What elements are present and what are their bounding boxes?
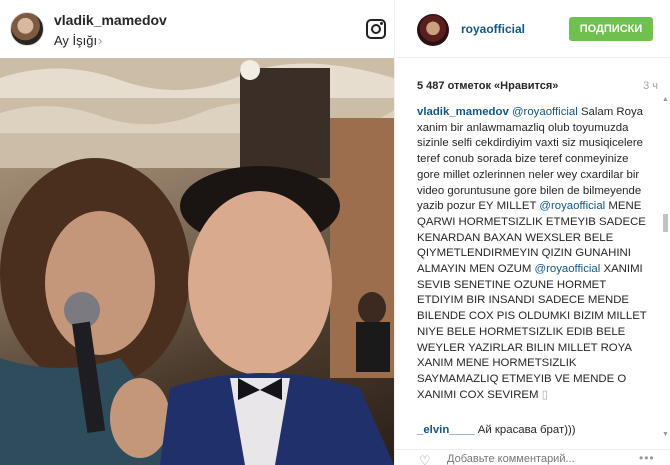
author-username[interactable]: vladik_mamedov	[54, 12, 167, 28]
woman-face	[45, 211, 155, 355]
scroll-up-icon[interactable]: ▲	[662, 96, 669, 103]
author-avatar[interactable]	[10, 12, 44, 46]
likes-count[interactable]: 5 487 отметок «Нравится»	[417, 80, 558, 92]
light	[240, 60, 260, 80]
caption: vladik_mamedov @royaofficial Salam Roya …	[417, 105, 649, 403]
microphone	[64, 292, 100, 328]
post-photo[interactable]	[0, 58, 394, 465]
comments-scrollbar[interactable]: ▲ ▼	[662, 96, 669, 441]
instagram-icon[interactable]	[366, 19, 386, 39]
post-header: vladik_mamedov Ay İşığı ›	[0, 0, 394, 58]
comment-username[interactable]: _elvin____	[417, 424, 475, 436]
scroll-thumb[interactable]	[663, 214, 668, 232]
woman-hand	[110, 378, 170, 458]
post-location[interactable]: Ay İşığı	[54, 33, 97, 48]
background-person-body	[356, 322, 390, 372]
comment-input[interactable]	[447, 453, 617, 465]
account-username[interactable]: royaofficial	[461, 22, 525, 36]
speaker	[240, 68, 330, 178]
comments-panel: royaofficial ПОДПИСКИ 5 487 отметок «Нра…	[394, 0, 670, 465]
comment-text: Ай красава брат)))	[474, 424, 576, 436]
emoji-placeholder: ▯	[541, 388, 548, 401]
more-icon[interactable]: •••	[639, 451, 655, 465]
account-avatar[interactable]	[417, 14, 449, 46]
scroll-down-icon[interactable]: ▼	[662, 431, 669, 438]
mention-link[interactable]: @royaofficial	[512, 106, 578, 118]
photo-illustration	[0, 58, 394, 465]
comments-header: royaofficial ПОДПИСКИ	[395, 0, 670, 58]
caption-text: Salam Roya xanim bir anlawmamazliq olub …	[417, 106, 644, 213]
comment-item: _elvin____ Ай красава брат)))	[417, 424, 649, 436]
follow-button[interactable]: ПОДПИСКИ	[569, 17, 653, 41]
mention-link[interactable]: @royaofficial	[535, 263, 601, 275]
caption-text: XANIMI SEVIB SENETINE OZUNE HORMET ETDIY…	[417, 263, 647, 401]
mention-link[interactable]: @royaofficial	[539, 200, 605, 212]
comment-bar: ♡ •••	[395, 449, 670, 465]
post-time: 3 ч	[643, 80, 658, 92]
heart-icon[interactable]: ♡	[419, 454, 431, 465]
background-person	[358, 292, 386, 324]
caption-username[interactable]: vladik_mamedov	[417, 106, 509, 118]
man-face	[188, 191, 332, 375]
post-panel: vladik_mamedov Ay İşığı ›	[0, 0, 394, 465]
chevron-right-icon: ›	[98, 33, 103, 48]
